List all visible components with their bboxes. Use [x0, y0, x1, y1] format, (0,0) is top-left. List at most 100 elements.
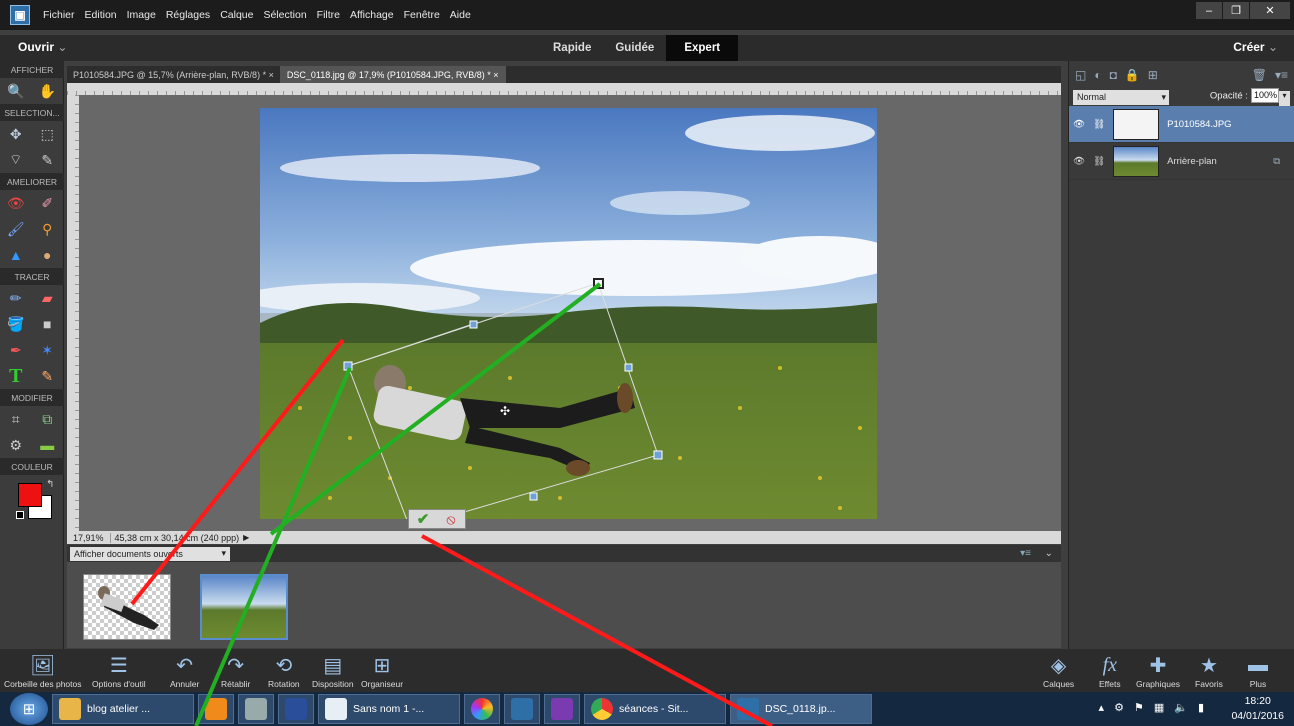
network-icon[interactable]: ⚑ — [1134, 701, 1144, 714]
tab-expert[interactable]: Expert — [666, 35, 739, 61]
spot-healing-tool-icon[interactable]: ✐ — [36, 192, 58, 214]
display-icon[interactable]: ▦ — [1154, 701, 1164, 714]
graphics-button[interactable]: ✚ Graphiques — [1136, 651, 1180, 690]
eraser-tool-icon[interactable]: ▰ — [36, 287, 58, 309]
bin-thumbnail-dsc0118[interactable] — [200, 574, 288, 640]
undo-button[interactable]: ↶ Annuler — [170, 651, 199, 690]
lock-icon[interactable]: 🔒 — [1125, 68, 1140, 82]
panel-menu-icon[interactable]: ▾≡ — [1275, 68, 1288, 82]
tray-up-arrow-icon[interactable]: ▴ — [1099, 701, 1105, 714]
move-tool-icon[interactable]: ✥ — [5, 123, 27, 145]
eyedropper-tool-icon[interactable]: ✒ — [5, 339, 27, 361]
system-clock[interactable]: 18:20 04/01/2016 — [1231, 694, 1284, 724]
taskbar-premiere[interactable] — [544, 694, 580, 724]
taskbar-writer[interactable]: Sans nom 1 -... — [318, 694, 460, 724]
menu-reglages[interactable]: Réglages — [161, 9, 215, 21]
taskbar-media[interactable] — [198, 694, 234, 724]
taskbar-book[interactable] — [278, 694, 314, 724]
layout-button[interactable]: ▤ Disposition — [312, 651, 354, 690]
type-tool-icon[interactable]: T — [5, 365, 27, 387]
bin-collapse-icon[interactable]: ⌄ — [1045, 548, 1053, 559]
taskbar-explorer[interactable]: blog atelier ... — [52, 694, 194, 724]
menu-fichier[interactable]: Fichier — [38, 9, 80, 21]
recompose-tool-icon[interactable]: ⧉ — [36, 408, 58, 430]
trash-icon[interactable]: 🗑 — [1252, 68, 1267, 82]
zoom-level[interactable]: 17,91% — [67, 532, 111, 543]
bin-menu-icon[interactable]: ▾≡ — [1020, 548, 1031, 559]
opacity-input[interactable]: 100% — [1251, 87, 1279, 103]
smart-brush-tool-icon[interactable]: 🖌 — [5, 218, 27, 240]
close-tab-icon[interactable]: × — [269, 70, 274, 80]
layer-row-arriere-plan[interactable]: 👁 ⛓ Arrière-plan ⧉ — [1069, 143, 1294, 180]
taskbar-photoshop-doc[interactable]: DSC_0118.jp... — [730, 694, 872, 724]
sponge-tool-icon[interactable]: ● — [36, 244, 58, 266]
blur-tool-icon[interactable]: ▲ — [5, 244, 27, 266]
lasso-tool-icon[interactable]: ⌔ — [5, 149, 27, 171]
taskbar-calculator[interactable] — [238, 694, 274, 724]
color-swatches[interactable]: ↰ — [0, 475, 63, 523]
new-fill-layer-icon[interactable]: ◐ — [1094, 68, 1101, 82]
bin-source-dropdown[interactable]: Afficher documents ouverts ▾ — [70, 546, 230, 561]
taskbar-picasa[interactable] — [464, 694, 500, 724]
start-button[interactable]: ⊞ — [10, 693, 48, 725]
lock-transparency-icon[interactable]: ⊞ — [1148, 68, 1158, 82]
app-icon[interactable]: ▣ — [10, 5, 30, 25]
tool-options-button[interactable]: ☰ Options d'outil — [92, 651, 146, 690]
tab-guidee[interactable]: Guidée — [603, 35, 666, 61]
crop-tool-icon[interactable]: ⌗ — [5, 408, 27, 430]
taskbar-elements[interactable] — [504, 694, 540, 724]
organizer-button[interactable]: ⊞ Organiseur — [361, 651, 403, 690]
brush-tool-icon[interactable]: ✏ — [5, 287, 27, 309]
zoom-tool-icon[interactable]: 🔍 — [5, 80, 27, 102]
default-colors-icon[interactable] — [16, 511, 24, 519]
more-button[interactable]: ▬ Plus — [1248, 651, 1268, 690]
red-eye-tool-icon[interactable]: 👁 — [5, 192, 27, 214]
new-layer-icon[interactable]: ◱ — [1075, 68, 1086, 82]
link-icon[interactable]: ⛓ — [1093, 119, 1105, 130]
taskbar-chrome[interactable]: séances - Sit... — [584, 694, 726, 724]
eye-icon[interactable]: 👁 — [1073, 156, 1085, 167]
volume-icon[interactable]: 🔈 — [1174, 701, 1188, 714]
effects-button[interactable]: fx Effets — [1099, 651, 1121, 690]
doc-tab-dsc0118[interactable]: DSC_0118.jpg @ 17,9% (P1010584.JPG, RVB/… — [280, 66, 506, 83]
gradient-tool-icon[interactable]: ■ — [36, 313, 58, 335]
menu-filtre[interactable]: Filtre — [312, 9, 345, 21]
shape-tool-icon[interactable]: ✶ — [36, 339, 58, 361]
menu-aide[interactable]: Aide — [445, 9, 476, 21]
close-tab-icon[interactable]: × — [493, 70, 498, 80]
opacity-dropdown-icon[interactable]: ▾ — [1279, 91, 1290, 107]
blend-mode-dropdown[interactable]: Normal ▾ — [1073, 89, 1169, 105]
pencil-tool-icon[interactable]: ✎ — [36, 365, 58, 387]
restore-button[interactable]: ❐ — [1223, 2, 1249, 19]
bin-thumbnail-p1010584[interactable] — [83, 574, 171, 640]
close-button[interactable]: ✕ — [1250, 2, 1290, 19]
rotate-button[interactable]: ⟲ Rotation — [268, 651, 300, 690]
tab-rapide[interactable]: Rapide — [541, 35, 603, 61]
paint-bucket-tool-icon[interactable]: 🪣 — [5, 313, 27, 335]
menu-calque[interactable]: Calque — [215, 9, 258, 21]
status-menu-arrow-icon[interactable]: ▶ — [243, 533, 249, 542]
create-button[interactable]: Créer ⌄ — [1233, 40, 1278, 54]
menu-fenetre[interactable]: Fenêtre — [399, 9, 445, 21]
eye-icon[interactable]: 👁 — [1073, 119, 1085, 130]
minimize-button[interactable]: – — [1196, 2, 1222, 19]
signal-icon[interactable]: ▮ — [1198, 701, 1204, 714]
doc-tab-p1010584[interactable]: P1010584.JPG @ 15,7% (Arrière-plan, RVB/… — [67, 66, 281, 83]
tray-app-icon[interactable]: ⚙ — [1114, 701, 1124, 714]
foreground-color-swatch[interactable] — [18, 483, 42, 507]
menu-affichage[interactable]: Affichage — [345, 9, 399, 21]
cancel-transform-button[interactable]: ⦸ — [437, 510, 465, 528]
commit-transform-button[interactable]: ✔ — [409, 510, 437, 528]
favorites-button[interactable]: ★ Favoris — [1195, 651, 1223, 690]
link-icon[interactable]: ⛓ — [1093, 156, 1105, 167]
menu-selection[interactable]: Sélection — [258, 9, 311, 21]
marquee-tool-icon[interactable]: ⬚ — [36, 123, 58, 145]
layer-row-p1010584[interactable]: 👁 ⛓ P1010584.JPG — [1069, 106, 1294, 143]
redo-button[interactable]: ↷ Rétablir — [221, 651, 250, 690]
document-canvas-photo[interactable]: ✣ — [260, 108, 877, 519]
layers-button[interactable]: ◈ Calques — [1043, 651, 1074, 690]
menu-image[interactable]: Image — [122, 9, 161, 21]
open-button[interactable]: Ouvrir ⌄ — [18, 40, 67, 54]
straighten-tool-icon[interactable]: ▬ — [36, 434, 58, 456]
quick-selection-tool-icon[interactable]: ✎ — [36, 149, 58, 171]
